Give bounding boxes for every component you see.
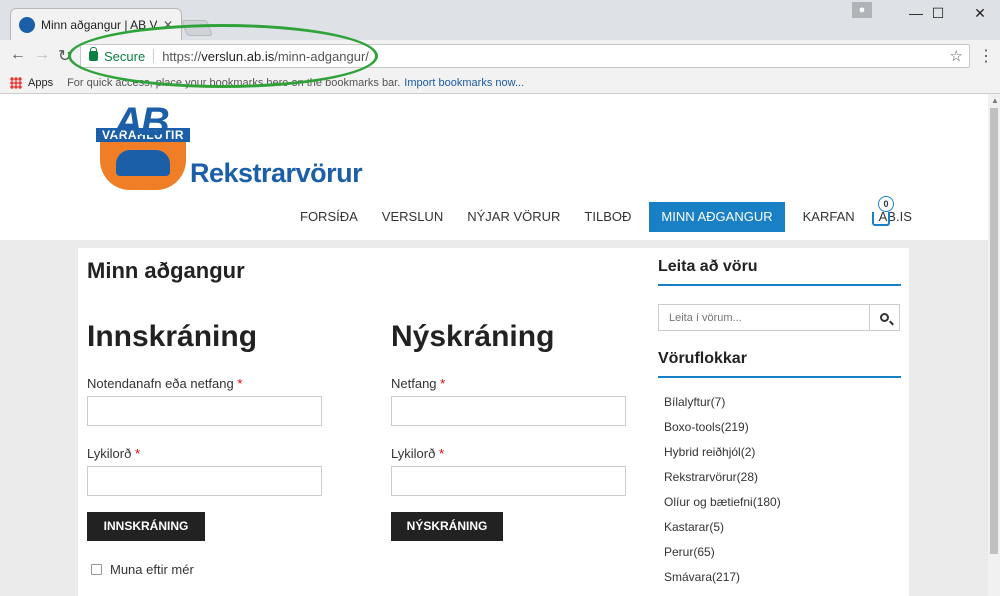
search-icon [880,313,889,322]
remember-me-checkbox[interactable] [91,564,102,575]
forward-arrow-icon[interactable]: → [34,46,50,64]
nav-item-minn-adgangur[interactable]: MINN AÐGANGUR [649,202,785,232]
login-button[interactable]: INNSKRÁNING [87,512,205,541]
scroll-up-arrow-icon[interactable]: ▲ [991,96,999,105]
category-item[interactable]: Rekstrarvörur(28) [664,465,781,490]
search-button[interactable] [869,305,899,330]
register-password-label: Lykilorð * [391,446,445,461]
apps-link[interactable]: Apps [28,77,53,89]
nav-item-forsida[interactable]: FORSÍÐA [288,202,370,232]
cart-icon [872,212,890,226]
register-password-input[interactable] [391,466,626,496]
categories-heading-rule [658,376,901,378]
register-title: Nýskráning [391,320,555,353]
bookmark-star-icon[interactable]: ☆ [950,47,963,65]
email-label: Netfang * [391,376,446,391]
maximize-icon[interactable]: ☐ [918,0,958,26]
site-logo[interactable]: VARAHLUTIR AB Rekstrarvörur [96,100,376,196]
back-arrow-icon[interactable]: ← [10,46,26,64]
category-list: Bílalyftur(7) Boxo-tools(219) Hybrid rei… [664,390,781,590]
browser-menu-icon[interactable]: ⋮ [978,46,994,66]
user-profile-icon[interactable]: ● [852,2,872,18]
nav-item-karfan[interactable]: KARFAN [791,202,867,232]
site-favicon-icon [19,16,35,33]
category-item[interactable]: Bílalyftur(7) [664,390,781,415]
categories-heading: Vöruflokkar [658,350,747,367]
nav-item-tilbod[interactable]: TILBOÐ [572,202,643,232]
category-item[interactable]: Perur(65) [664,540,781,565]
category-item[interactable]: Olíur og bætiefni(180) [664,490,781,515]
remember-me-label: Muna eftir mér [110,562,194,577]
nav-item-verslun[interactable]: VERSLUN [370,202,455,232]
category-item[interactable]: Hybrid reiðhjól(2) [664,440,781,465]
register-button[interactable]: NÝSKRÁNING [391,512,503,541]
username-label: Notendanafn eða netfang * [87,376,243,391]
product-search [658,304,900,331]
login-password-label: Lykilorð * [87,446,141,461]
login-title: Innskráning [87,320,258,353]
category-item[interactable]: Kastarar(5) [664,515,781,540]
username-input[interactable] [87,396,322,426]
logo-car-icon [116,150,170,176]
search-heading: Leita að vöru [658,258,758,275]
close-window-icon[interactable]: ✕ [960,0,1000,26]
site-header: VARAHLUTIR AB Rekstrarvörur FORSÍÐA VERS… [0,94,988,240]
search-input[interactable] [659,305,869,330]
address-highlight-annotation [68,24,378,88]
login-password-input[interactable] [87,466,322,496]
logo-ab: AB [114,100,170,144]
apps-grid-icon[interactable] [10,76,22,89]
cart-button[interactable]: 0 [872,196,898,230]
main-navigation: FORSÍÐA VERSLUN NÝJAR VÖRUR TILBOÐ MINN … [288,202,924,232]
cart-count-badge: 0 [878,196,894,212]
page-title: Minn aðgangur [87,258,245,283]
category-item[interactable]: Smávara(217) [664,565,781,590]
nav-item-nyjar-vorur[interactable]: NÝJAR VÖRUR [455,202,572,232]
web-page: VARAHLUTIR AB Rekstrarvörur FORSÍÐA VERS… [0,94,988,596]
email-input[interactable] [391,396,626,426]
page-scrollbar[interactable]: ▲ [988,94,1000,596]
import-bookmarks-link[interactable]: Import bookmarks now... [404,77,524,89]
remember-me[interactable]: Muna eftir mér [91,562,194,577]
main-content: Minn aðgangur Innskráning Notendanafn eð… [78,248,909,596]
scrollbar-thumb[interactable] [990,108,998,554]
search-heading-rule [658,284,901,286]
category-item[interactable]: Boxo-tools(219) [664,415,781,440]
logo-text: Rekstrarvörur [190,158,363,188]
